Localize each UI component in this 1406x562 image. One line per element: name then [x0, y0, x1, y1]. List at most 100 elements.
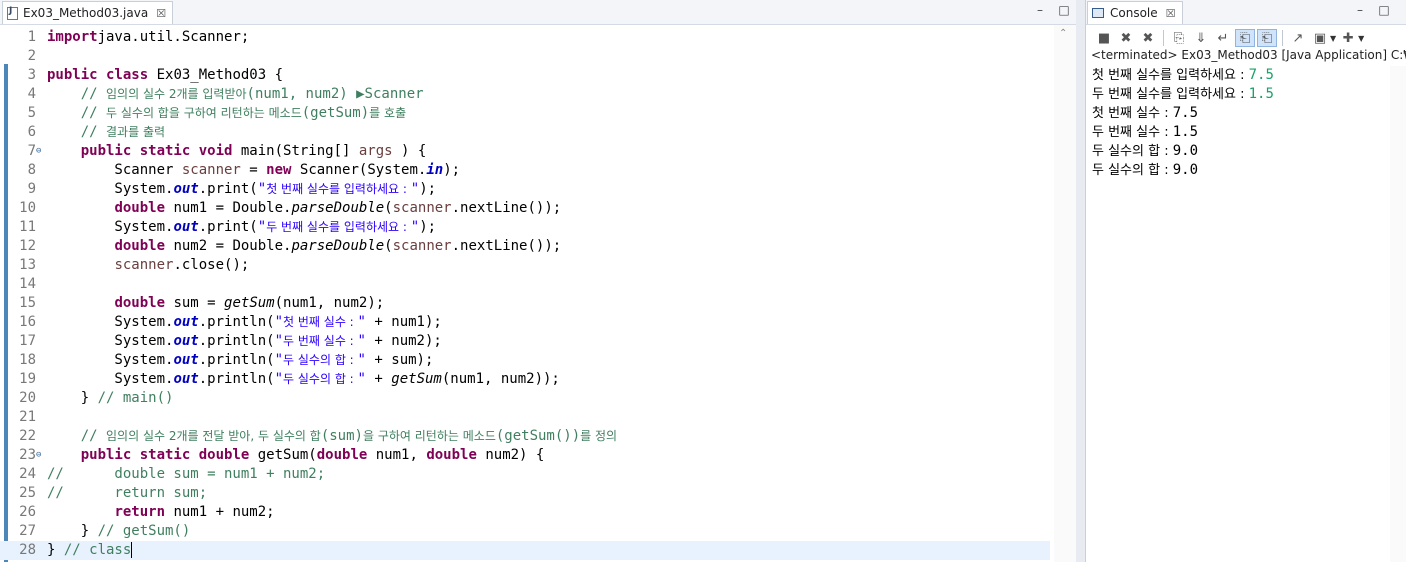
code-token: ); — [419, 181, 437, 197]
code-line[interactable]: 9 System.out.print("첫 번째 실수를 입력하세요 : "); — [0, 180, 1050, 199]
console-scrollbar[interactable] — [1390, 66, 1406, 562]
code-token: " — [274, 314, 284, 330]
code-line[interactable]: 14 — [0, 275, 1050, 294]
code-token: 결과를 출력 — [106, 125, 166, 139]
fold-toggle-icon[interactable]: ⊖ — [36, 446, 41, 465]
display-console-icon[interactable]: ▣ — [1310, 29, 1330, 47]
code-token: .print( — [198, 181, 258, 197]
code-token: (sum) — [320, 428, 363, 444]
code-token: 첫 번째 실수 : — [283, 315, 358, 329]
code-line[interactable]: 19 System.out.println("두 실수의 합 : " + get… — [0, 370, 1050, 389]
code-line[interactable]: 12 double num2 = Double.parseDouble(scan… — [0, 237, 1050, 256]
code-token: " — [357, 314, 366, 330]
minimize-icon[interactable] — [1034, 3, 1046, 17]
code-line[interactable]: 16 System.out.println("첫 번째 실수 : " + num… — [0, 313, 1050, 332]
maximize-icon[interactable] — [1058, 3, 1070, 17]
code-line[interactable]: 11 System.out.print("두 번째 실수를 입력하세요 : ")… — [0, 218, 1050, 237]
code-line[interactable]: 23 ⊖ public static double getSum(double n… — [0, 446, 1050, 465]
word-wrap-icon[interactable]: ↵ — [1213, 29, 1233, 47]
code-line[interactable]: 10 double num1 = Double.parseDouble(scan… — [0, 199, 1050, 218]
panel-divider[interactable] — [1076, 0, 1085, 562]
code-line[interactable]: 26 return num1 + num2; — [0, 503, 1050, 522]
code-line[interactable]: 20 } // main() — [0, 389, 1050, 408]
line-number: 2 — [27, 48, 36, 64]
code-line[interactable]: 13 scanner.close(); — [0, 256, 1050, 275]
line-number: 13 — [19, 257, 36, 273]
code-line[interactable]: 3 public class Ex03_Method03 { — [0, 66, 1050, 85]
code-token: ( — [384, 200, 393, 216]
code-token: out — [173, 352, 199, 368]
line-number: 15 — [19, 295, 36, 311]
code-token: double — [316, 447, 368, 463]
line-number: 14 — [19, 276, 36, 292]
code-line[interactable]: 28} // class — [0, 541, 1050, 560]
close-console-icon[interactable]: ☒ — [1166, 7, 1176, 20]
code-token: ( — [384, 238, 393, 254]
code-line[interactable]: 4 // 임의의 실수 2개를 입력받아(num1, num2) ▶Scanne… — [0, 85, 1050, 104]
show-on-error-icon[interactable]: ⎗ — [1257, 29, 1277, 47]
scroll-lock-icon[interactable]: ⇓ — [1191, 29, 1211, 47]
code-line[interactable]: 15 double sum = getSum(num1, num2); — [0, 294, 1050, 313]
line-number: 22 — [19, 428, 36, 444]
console-maximize-icon[interactable] — [1378, 3, 1390, 17]
scroll-up-icon[interactable] — [1059, 28, 1067, 39]
code-line[interactable]: 21 — [0, 408, 1050, 427]
line-number: 24 — [19, 466, 36, 482]
fold-toggle-icon[interactable]: ⊖ — [36, 142, 41, 161]
pin-console-icon[interactable]: ↗ — [1288, 29, 1308, 47]
code-token: ) { — [392, 143, 427, 159]
close-tab-icon[interactable]: ☒ — [156, 7, 166, 20]
code-token: .close(); — [173, 257, 250, 273]
remove-all-icon[interactable]: ✖ — [1138, 29, 1158, 47]
tab-ex03-method03[interactable]: Ex03_Method03.java ☒ — [2, 1, 174, 24]
code-token: public class — [47, 67, 149, 83]
editor-scrollbar[interactable] — [1054, 25, 1076, 562]
code-line[interactable]: 1 importjava.util.Scanner; — [0, 28, 1050, 47]
tab-console[interactable]: Console ☒ — [1087, 1, 1183, 24]
editor-tab-bar: Ex03_Method03.java ☒ — [0, 0, 1076, 25]
code-token: .println( — [198, 314, 275, 330]
code-line[interactable]: 17 System.out.println("두 번째 실수 : " + num… — [0, 332, 1050, 351]
console-prompt: 두 실수의 합 : — [1092, 163, 1173, 178]
java-file-icon — [7, 6, 18, 20]
code-line[interactable]: 25 // return sum; — [0, 484, 1050, 503]
code-token: // — [80, 428, 107, 444]
code-token: 임의의 실수 2개를 전달 받아, 두 실수의 합 — [106, 429, 321, 443]
console-output[interactable]: 첫 번째 실수를 입력하세요 : 7.5 두 번째 실수를 입력하세요 : 1.5… — [1092, 66, 1274, 180]
code-line[interactable]: 27 } // getSum() — [0, 522, 1050, 541]
code-token: args — [358, 143, 393, 159]
remove-launch-icon[interactable]: ✖ — [1116, 29, 1136, 47]
clear-console-icon[interactable]: ⎘ — [1169, 29, 1189, 47]
code-line[interactable]: 6 // 결과를 출력 — [0, 123, 1050, 142]
code-line[interactable]: 2 — [0, 47, 1050, 66]
code-token: " — [357, 352, 366, 368]
show-on-output-icon[interactable]: ⎗ — [1235, 29, 1255, 47]
code-line[interactable]: 24 // double sum = num1 + num2; — [0, 465, 1050, 484]
pin-console-glyph: ↗ — [1292, 30, 1304, 46]
console-minimize-icon[interactable] — [1354, 3, 1366, 17]
clear-console-glyph: ⎘ — [1173, 30, 1185, 46]
code-line[interactable]: 18 System.out.println("두 실수의 합 : " + sum… — [0, 351, 1050, 370]
code-token: 두 실수의 합 : — [283, 372, 358, 386]
console-line: 두 실수의 합 : 9.0 — [1092, 161, 1274, 180]
code-token: // — [80, 86, 107, 102]
code-token: out — [173, 181, 199, 197]
dropdown-arrow-icon[interactable]: ▼ — [1330, 34, 1336, 43]
code-line[interactable]: 5 // 두 실수의 합을 구하여 리턴하는 메소드(getSum)를 호출 — [0, 104, 1050, 123]
code-token: // return sum; — [47, 485, 208, 501]
console-prompt: 두 번째 실수를 입력하세요 : — [1092, 87, 1249, 102]
console-value: 9.0 — [1172, 143, 1199, 159]
code-line[interactable]: 7 ⊖ public static void main(String[] args… — [0, 142, 1050, 161]
dropdown-arrow-icon[interactable]: ▼ — [1358, 34, 1364, 43]
code-editor[interactable]: 1 importjava.util.Scanner; 2 3 public class … — [0, 27, 1050, 562]
open-console-icon[interactable]: ✚ — [1338, 29, 1358, 47]
code-token: // — [80, 105, 107, 121]
code-line[interactable]: 8 Scanner scanner = new Scanner(System.i… — [0, 161, 1050, 180]
code-text: // return sum; — [47, 484, 207, 503]
code-line[interactable]: 22 // 임의의 실수 2개를 전달 받아, 두 실수의 합(sum)을 구하… — [0, 427, 1050, 446]
code-token: parseDouble — [291, 200, 385, 216]
terminate-icon[interactable]: ■ — [1094, 29, 1114, 47]
